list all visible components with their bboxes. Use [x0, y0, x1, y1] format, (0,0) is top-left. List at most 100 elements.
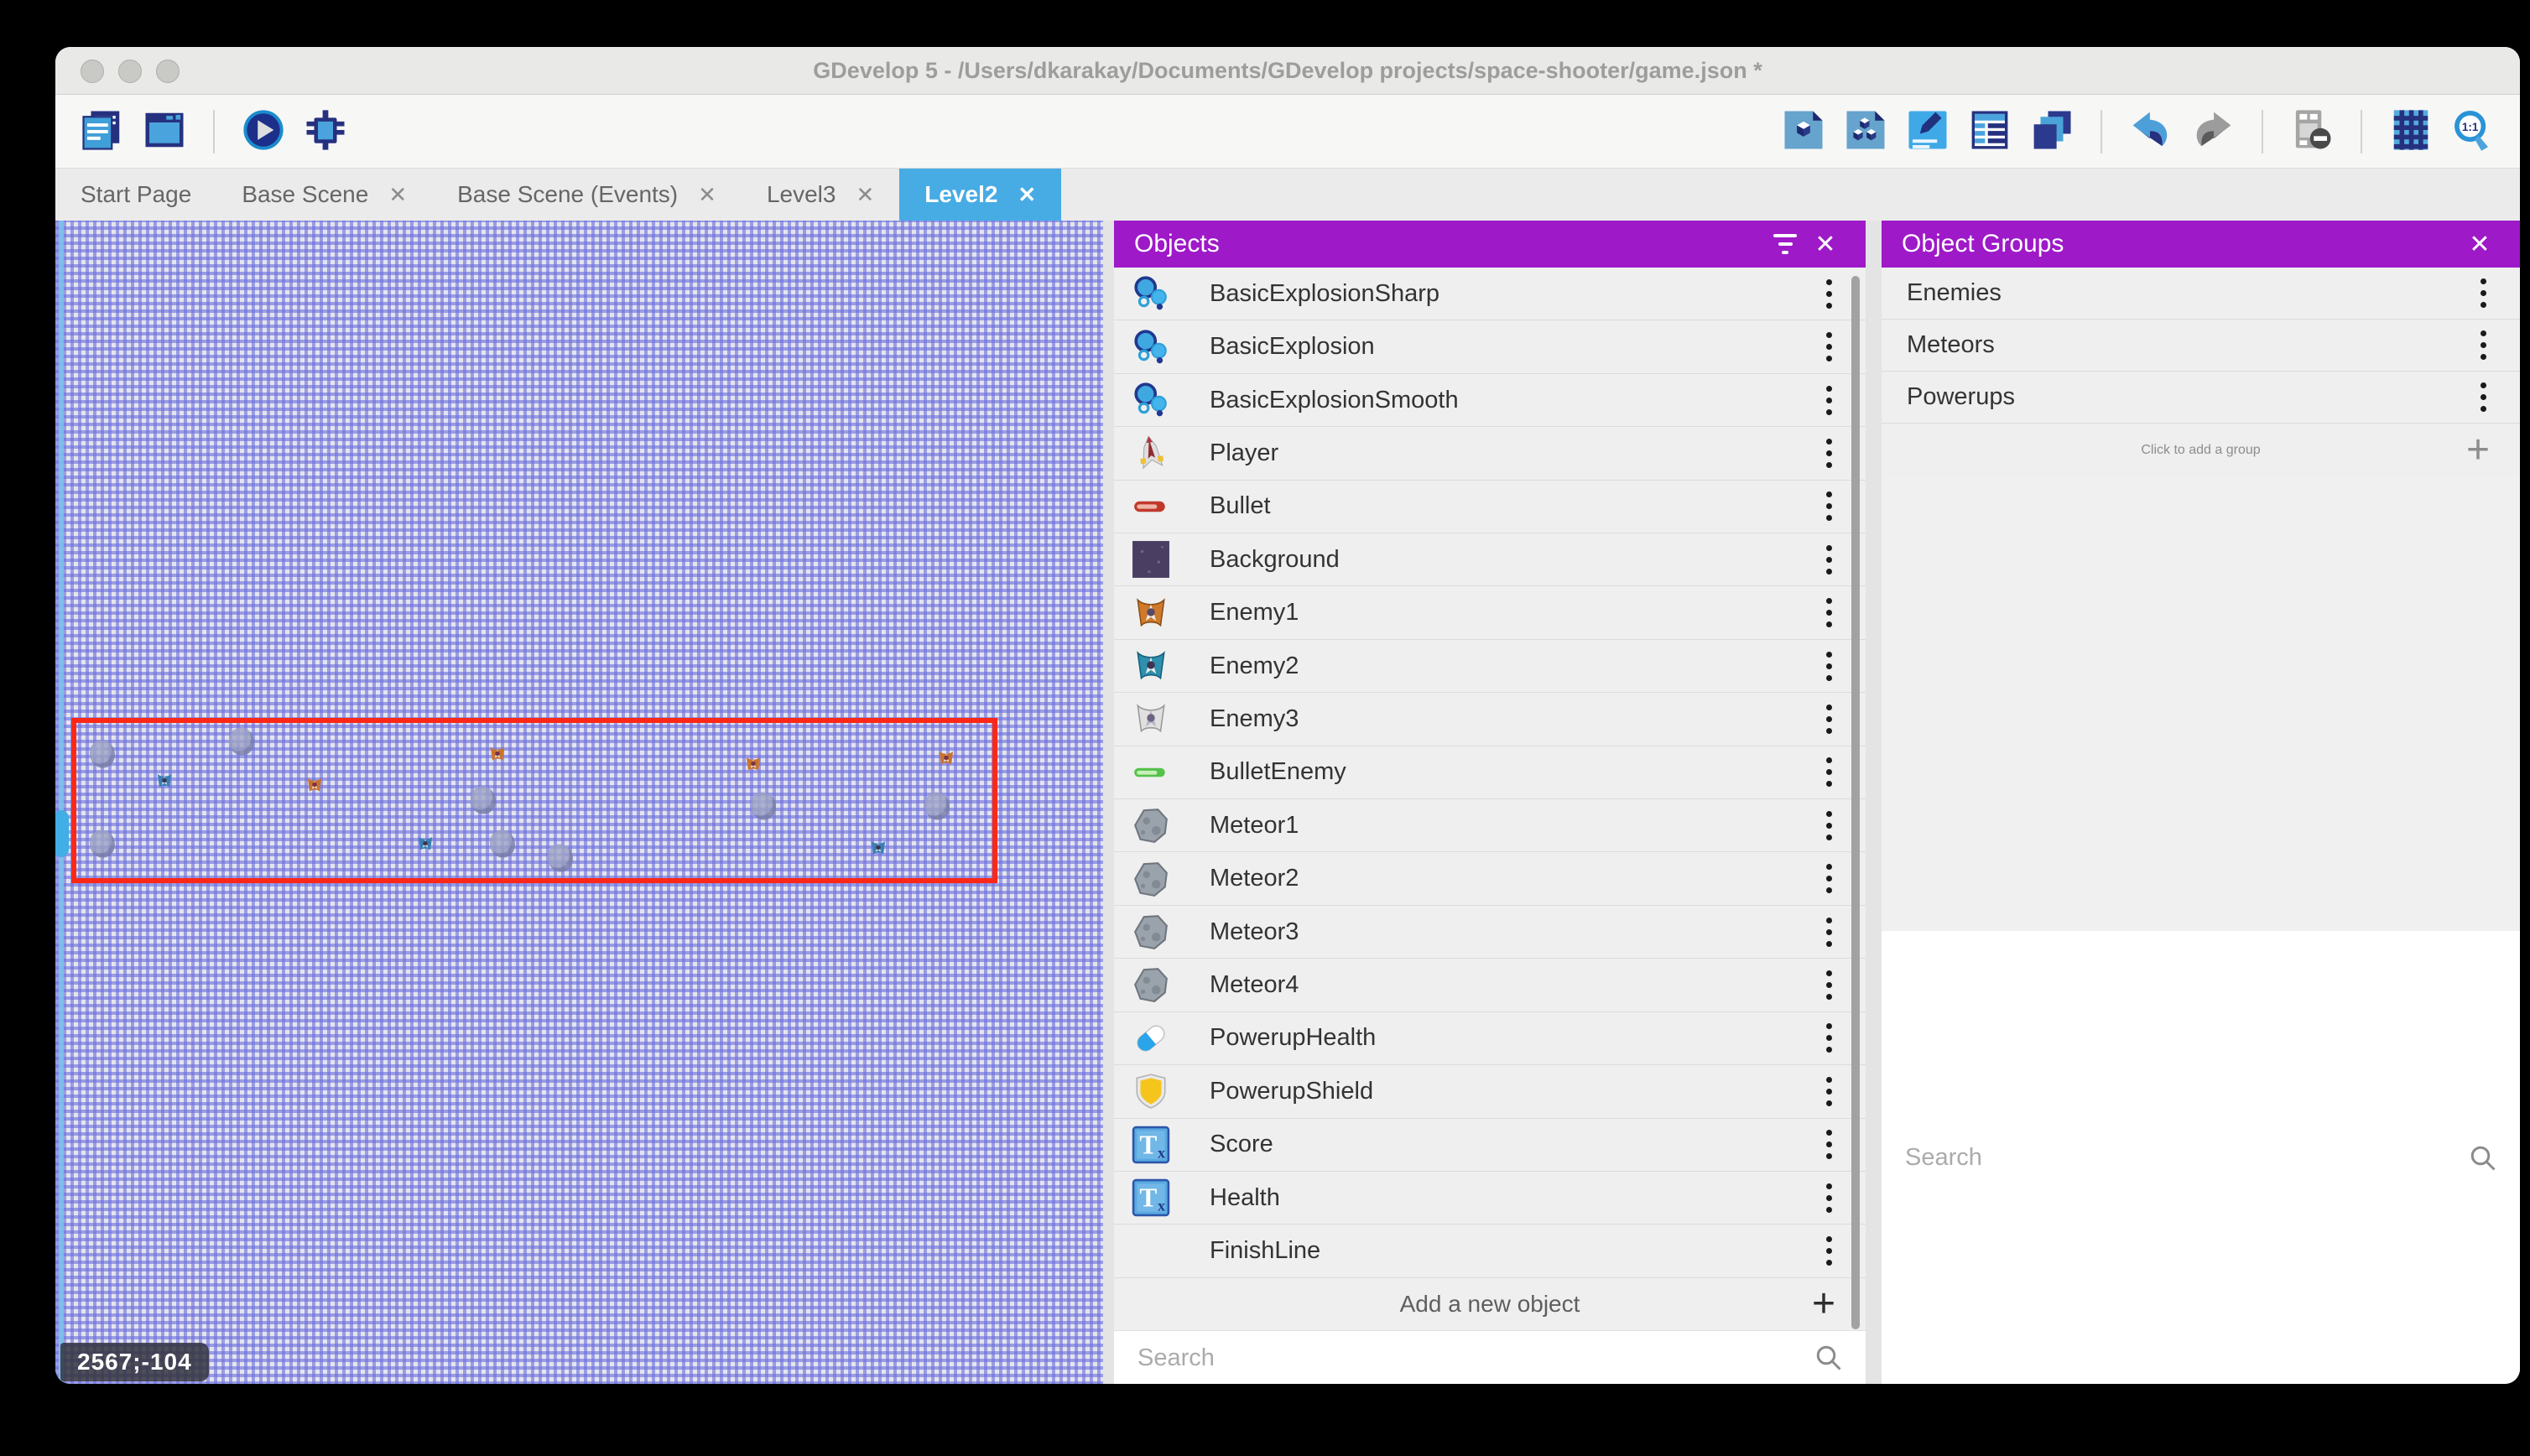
undo-button[interactable] — [2126, 107, 2176, 157]
canvas-scrollbar-thumb[interactable] — [55, 810, 69, 857]
redo-button[interactable] — [2188, 107, 2238, 157]
object-row[interactable]: Enemy1 — [1114, 586, 1866, 639]
add-group-row[interactable]: Click to add a group + — [1882, 424, 2520, 477]
groups-search-input[interactable] — [1903, 1143, 2468, 1173]
properties-button[interactable] — [1903, 107, 1953, 157]
enemy-orange-instance[interactable] — [487, 742, 508, 766]
minimize-window-icon[interactable] — [118, 60, 142, 83]
group-row[interactable]: Powerups — [1882, 372, 2520, 424]
object-menu-button[interactable] — [1821, 1229, 1837, 1274]
close-window-icon[interactable] — [81, 60, 104, 83]
object-menu-button[interactable] — [1821, 856, 1837, 902]
group-menu-button[interactable] — [2475, 375, 2491, 420]
add-object-row[interactable]: Add a new object + — [1114, 1278, 1866, 1331]
enemy-orange-instance[interactable] — [936, 746, 956, 770]
project-manager-button[interactable] — [77, 107, 128, 157]
object-row[interactable]: BasicExplosionSmooth — [1114, 374, 1866, 427]
tab-start-page[interactable]: Start Page — [55, 169, 216, 221]
object-menu-button[interactable] — [1821, 803, 1837, 848]
group-menu-button[interactable] — [2475, 323, 2491, 368]
objects-panel-button[interactable] — [1778, 107, 1829, 157]
meteor-instance[interactable] — [229, 728, 254, 756]
close-tab-icon[interactable]: ✕ — [388, 182, 407, 208]
object-menu-button[interactable] — [1821, 325, 1837, 370]
zoom-1-1-button[interactable]: 1:1 — [2448, 107, 2498, 157]
object-menu-button[interactable] — [1821, 484, 1837, 529]
group-row[interactable]: Meteors — [1882, 320, 2520, 372]
mask-button[interactable] — [2287, 107, 2337, 157]
enemy-orange-instance[interactable] — [305, 773, 325, 797]
enemy-teal-instance[interactable] — [154, 769, 174, 793]
object-menu-button[interactable] — [1821, 1016, 1837, 1061]
filter-button[interactable] — [1765, 224, 1805, 264]
object-menu-button[interactable] — [1821, 909, 1837, 954]
maximize-window-icon[interactable] — [156, 60, 180, 83]
objects-search-input[interactable] — [1136, 1344, 1814, 1373]
close-object-groups-panel-button[interactable]: ✕ — [2460, 224, 2500, 264]
object-row[interactable]: BulletEnemy — [1114, 746, 1866, 799]
object-row[interactable]: Meteor2 — [1114, 852, 1866, 905]
instances-list-button[interactable] — [1965, 107, 2015, 157]
tab-level3[interactable]: Level3✕ — [742, 169, 899, 221]
object-row[interactable]: Player — [1114, 427, 1866, 480]
enemy-teal-instance[interactable] — [415, 832, 435, 855]
object-row[interactable]: PowerupHealth — [1114, 1012, 1866, 1065]
object-menu-button[interactable] — [1821, 430, 1837, 476]
object-row[interactable]: Meteor1 — [1114, 799, 1866, 852]
layers-button[interactable] — [2027, 107, 2077, 157]
object-menu-button[interactable] — [1821, 643, 1837, 689]
object-row[interactable]: Meteor3 — [1114, 906, 1866, 959]
meteor-instance[interactable] — [90, 830, 115, 858]
object-menu-button[interactable] — [1821, 1175, 1837, 1220]
object-menu-button[interactable] — [1821, 590, 1837, 636]
object-menu-button[interactable] — [1821, 537, 1837, 582]
object-groups-panel-button[interactable] — [1840, 107, 1891, 157]
canvas-scrollbar-track[interactable] — [59, 221, 64, 1384]
object-row[interactable]: TxScore — [1114, 1119, 1866, 1172]
add-group-button[interactable]: + — [2461, 429, 2495, 471]
preview-play-button[interactable] — [238, 107, 289, 157]
object-row[interactable]: BasicExplosionSharp — [1114, 268, 1866, 320]
group-menu-button[interactable] — [2475, 271, 2491, 316]
object-menu-button[interactable] — [1821, 750, 1837, 795]
object-row[interactable]: Meteor4 — [1114, 959, 1866, 1011]
object-row[interactable]: BasicExplosion — [1114, 320, 1866, 373]
object-row[interactable]: PowerupShield — [1114, 1065, 1866, 1118]
meteor-instance[interactable] — [751, 793, 776, 820]
object-menu-button[interactable] — [1821, 1069, 1837, 1114]
object-row[interactable]: FinishLine — [1114, 1225, 1866, 1277]
level-bounds-rect[interactable] — [71, 718, 997, 883]
enemy-orange-instance[interactable] — [743, 752, 763, 776]
meteor-instance[interactable] — [490, 830, 515, 858]
object-row[interactable]: Background — [1114, 533, 1866, 586]
object-menu-button[interactable] — [1821, 271, 1837, 316]
window-controls[interactable] — [81, 60, 180, 83]
close-objects-panel-button[interactable]: ✕ — [1805, 224, 1845, 264]
tab-level2[interactable]: Level2✕ — [899, 169, 1061, 221]
meteor-instance[interactable] — [548, 845, 573, 872]
object-menu-button[interactable] — [1821, 696, 1837, 741]
close-tab-icon[interactable]: ✕ — [698, 182, 716, 208]
grid-button[interactable] — [2386, 107, 2436, 157]
debug-button[interactable] — [300, 107, 351, 157]
add-object-button[interactable]: + — [1807, 1283, 1840, 1325]
enemy-teal-instance[interactable] — [868, 836, 888, 860]
object-row[interactable]: Enemy2 — [1114, 640, 1866, 693]
object-menu-button[interactable] — [1821, 377, 1837, 423]
object-menu-button[interactable] — [1821, 1122, 1837, 1167]
close-tab-icon[interactable]: ✕ — [1018, 182, 1036, 208]
close-tab-icon[interactable]: ✕ — [856, 182, 874, 208]
scene-canvas[interactable]: 2567;-104 — [55, 221, 1103, 1384]
object-menu-button[interactable] — [1821, 962, 1837, 1007]
object-row[interactable]: TxHealth — [1114, 1172, 1866, 1225]
scene-editor-button[interactable] — [139, 107, 190, 157]
objects-list-scrollbar[interactable] — [1851, 276, 1860, 1329]
meteor-instance[interactable] — [90, 741, 115, 768]
meteor-instance[interactable] — [924, 793, 950, 820]
group-row[interactable]: Enemies — [1882, 268, 2520, 320]
object-row[interactable]: Bullet — [1114, 481, 1866, 533]
tab-base-scene-events-[interactable]: Base Scene (Events)✕ — [432, 169, 742, 221]
meteor-instance[interactable] — [471, 787, 496, 814]
object-row[interactable]: Enemy3 — [1114, 693, 1866, 746]
tab-base-scene[interactable]: Base Scene✕ — [216, 169, 432, 221]
